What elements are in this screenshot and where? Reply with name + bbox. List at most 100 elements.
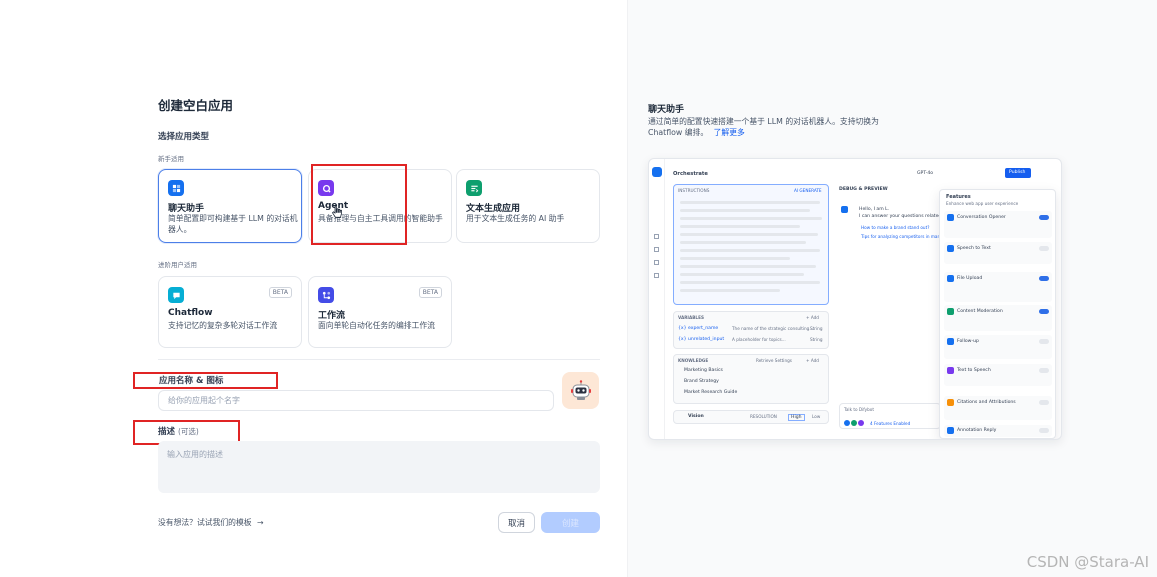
mock-kb-item: Market Research Guide	[684, 390, 738, 395]
mock-var-hint: A placeholder for topics...	[732, 337, 786, 342]
mock-text-line	[680, 273, 804, 276]
preview-title: 聊天助手	[648, 105, 685, 115]
mock-text-line	[680, 249, 820, 252]
mock-text-line	[680, 289, 780, 292]
preview-desc-line1: 通过简单的配置快速搭建一个基于 LLM 的对话机器人。支持切换为	[648, 117, 879, 126]
preview-mock-screenshot: Orchestrate GPT-4o Publish INSTRUCTIONS …	[648, 158, 1062, 440]
mock-text-line	[680, 241, 806, 244]
mock-feature-item: File Upload	[944, 272, 1052, 302]
create-app-form-panel: 创建空白应用 选择应用类型 新手适用 聊天助手 简单配置即可构建基于 LLM 的…	[0, 0, 627, 577]
template-link[interactable]: 没有想法？试试我们的模板 →	[158, 517, 264, 528]
mock-text-line	[680, 257, 790, 260]
mock-feature-item: Content Moderation	[944, 305, 1052, 331]
advanced-label: 进阶用户适用	[158, 261, 197, 269]
mock-rail-icon	[654, 247, 659, 252]
mock-toggle	[1039, 246, 1049, 251]
create-button[interactable]: 创建	[541, 512, 600, 533]
template-link-text: 没有想法？试试我们的模板	[158, 518, 252, 527]
mock-text-line	[680, 265, 816, 268]
mock-suggestion: How to make a brand stand out?	[861, 225, 930, 230]
mock-feature-dot	[858, 420, 864, 426]
feature-icon	[947, 338, 954, 345]
mock-feature-name: Citations and Attributions	[957, 400, 1016, 405]
highlight-box-agent	[311, 164, 407, 245]
mock-text-line	[680, 217, 822, 220]
app-name-input[interactable]: 给你的应用起个名字	[158, 390, 554, 411]
feature-icon	[947, 427, 954, 434]
cancel-button[interactable]: 取消	[498, 512, 535, 533]
mock-features-enabled: 4 Features Enabled	[870, 421, 911, 426]
feature-icon	[947, 308, 954, 315]
app-description-textarea[interactable]: 输入应用的描述	[158, 441, 600, 493]
preview-description: 通过简单的配置快速搭建一个基于 LLM 的对话机器人。支持切换为 Chatflo…	[648, 116, 908, 138]
mock-low-option: Low	[812, 414, 821, 419]
app-type-card-workflow[interactable]: BETA 工作流 面向单轮自动化任务的编排工作流	[308, 276, 452, 348]
mock-toggle	[1039, 339, 1049, 344]
mock-feature-name: Conversation Opener	[957, 215, 1006, 220]
app-type-card-chat-assistant[interactable]: 聊天助手 简单配置即可构建基于 LLM 的对话机器人。	[158, 169, 302, 243]
mock-debug-label: DEBUG & PREVIEW	[839, 187, 888, 192]
highlight-box-name	[133, 372, 278, 389]
mock-resolution-label: RESOLUTION	[750, 414, 777, 419]
mock-knowledge-box: KNOWLEDGE Retrieve Settings + Add Market…	[673, 354, 829, 404]
mock-knowledge-label: KNOWLEDGE	[678, 358, 709, 363]
mock-header: Orchestrate	[673, 171, 708, 177]
mock-feature-name: Content Moderation	[957, 309, 1003, 314]
mock-text-line	[680, 225, 800, 228]
app-type-desc: 面向单轮自动化任务的编排工作流	[318, 321, 435, 330]
mock-features-panel: Features Enhance web app user experience…	[939, 189, 1056, 439]
mock-publish-button: Publish	[1005, 168, 1031, 178]
mock-feature-item: Speech to Text	[944, 242, 1052, 264]
mock-variables-label: VARIABLES	[678, 315, 704, 320]
mock-chat-placeholder: Talk to Difybot	[844, 407, 875, 412]
feature-icon	[947, 214, 954, 221]
mock-app-icon	[652, 167, 662, 177]
section-divider	[158, 359, 600, 360]
robot-icon	[570, 379, 591, 400]
mock-kb-item: Marketing Basics	[684, 368, 723, 373]
mock-toggle	[1039, 368, 1049, 373]
mock-model: GPT-4o	[917, 171, 934, 176]
mock-retrieve-label: Retrieve Settings	[756, 358, 792, 363]
learn-more-link[interactable]: 了解更多	[714, 128, 745, 137]
mock-text-line	[680, 201, 820, 204]
mock-kb-item: Brand Strategy	[684, 379, 719, 384]
mock-vision-label: Vision	[688, 414, 704, 419]
mock-feature-name: File Upload	[957, 276, 983, 281]
create-app-page: 创建空白应用 选择应用类型 新手适用 聊天助手 简单配置即可构建基于 LLM 的…	[0, 0, 1157, 577]
mock-var-name: {x} expert_name	[678, 326, 719, 331]
app-type-card-chatflow[interactable]: BETA Chatflow 支持记忆的复杂多轮对话工作流	[158, 276, 302, 348]
feature-icon	[947, 275, 954, 282]
preview-desc-line2: Chatflow 编排。	[648, 128, 709, 137]
mock-generate-label: AI GENERATE	[794, 188, 822, 193]
mock-text-line	[680, 233, 818, 236]
mock-feature-name: Speech to Text	[957, 246, 991, 251]
mock-features-title: Features	[946, 194, 971, 200]
text-generation-icon	[466, 180, 482, 196]
mock-rail-icon	[654, 234, 659, 239]
feature-icon	[947, 399, 954, 406]
mock-var-type: String	[810, 337, 823, 342]
workflow-icon	[318, 287, 334, 303]
mock-rail-icon	[654, 273, 659, 278]
choose-type-label: 选择应用类型	[158, 132, 210, 142]
app-type-card-text-generation[interactable]: 文本生成应用 用于文本生成任务的 AI 助手	[456, 169, 600, 243]
mock-var-hint: The name of the strategic consulting...	[732, 326, 814, 331]
mock-instructions-label: INSTRUCTIONS	[678, 188, 710, 193]
mock-feature-name: Annotation Reply	[957, 428, 997, 433]
mock-left-rail	[649, 159, 665, 439]
mock-high-option: High	[788, 414, 805, 421]
chat-bubble-icon	[168, 180, 184, 196]
mock-feature-dot	[844, 420, 850, 426]
mock-features-sub: Enhance web app user experience	[946, 201, 1019, 206]
watermark: CSDN @Stara-AI	[1026, 553, 1149, 571]
mock-toggle	[1039, 428, 1049, 433]
mock-feature-item: Text to Speech	[944, 364, 1052, 386]
dialog-title: 创建空白应用	[158, 98, 234, 113]
preview-desc-line2-wrap: Chatflow 编排。 了解更多	[648, 127, 908, 138]
app-icon-picker[interactable]	[562, 372, 599, 409]
mock-rail-icon	[654, 260, 659, 265]
mock-toggle	[1039, 215, 1049, 220]
mock-toggle	[1039, 400, 1049, 405]
mock-feature-item: Annotation Reply	[944, 425, 1052, 437]
